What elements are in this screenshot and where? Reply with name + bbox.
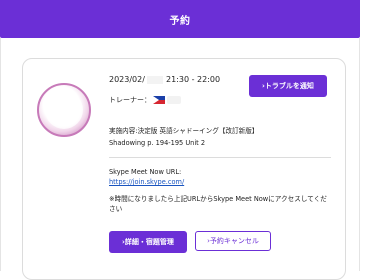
- trainer-row: トレーナー：: [109, 95, 181, 105]
- cancel-reservation-button[interactable]: ›予約キャンセル: [195, 231, 271, 251]
- date-redacted: [147, 75, 164, 84]
- reservation-card: 2023/02/ 21:30 - 22:00 トレーナー： ›トラブルを通知 実…: [22, 58, 346, 280]
- divider: [109, 157, 331, 158]
- detail-homework-button[interactable]: ›詳細・宿題管理: [109, 231, 187, 253]
- skype-notice: ※時間になりましたら上記URLからSkype Meet Nowにアクセスしてくだ…: [109, 195, 327, 213]
- right-border: [359, 38, 360, 271]
- skype-url-link[interactable]: https://join.skype.com/: [109, 178, 184, 186]
- reservation-time: 21:30 - 22:00: [166, 75, 221, 84]
- left-border: [0, 38, 1, 271]
- lesson-page: Shadowing p. 194-195 Unit 2: [109, 139, 206, 147]
- trainer-name-redacted[interactable]: [167, 96, 181, 104]
- page-header: 予約: [0, 0, 360, 38]
- reservation-date: 2023/02/: [109, 75, 145, 84]
- philippines-flag-icon: [153, 96, 165, 104]
- lesson-content: 実施内容:決定版 英語シャドーイング【改訂新版】: [109, 127, 259, 135]
- trainer-label: トレーナー：: [109, 96, 151, 104]
- page-title: 予約: [169, 15, 191, 27]
- report-trouble-button[interactable]: ›トラブルを通知: [249, 75, 327, 97]
- trainer-avatar[interactable]: [37, 83, 91, 137]
- avatar-blur: [45, 91, 83, 129]
- reservation-datetime: 2023/02/ 21:30 - 22:00: [109, 75, 220, 84]
- skype-url-label: Skype Meet Now URL:: [109, 168, 182, 176]
